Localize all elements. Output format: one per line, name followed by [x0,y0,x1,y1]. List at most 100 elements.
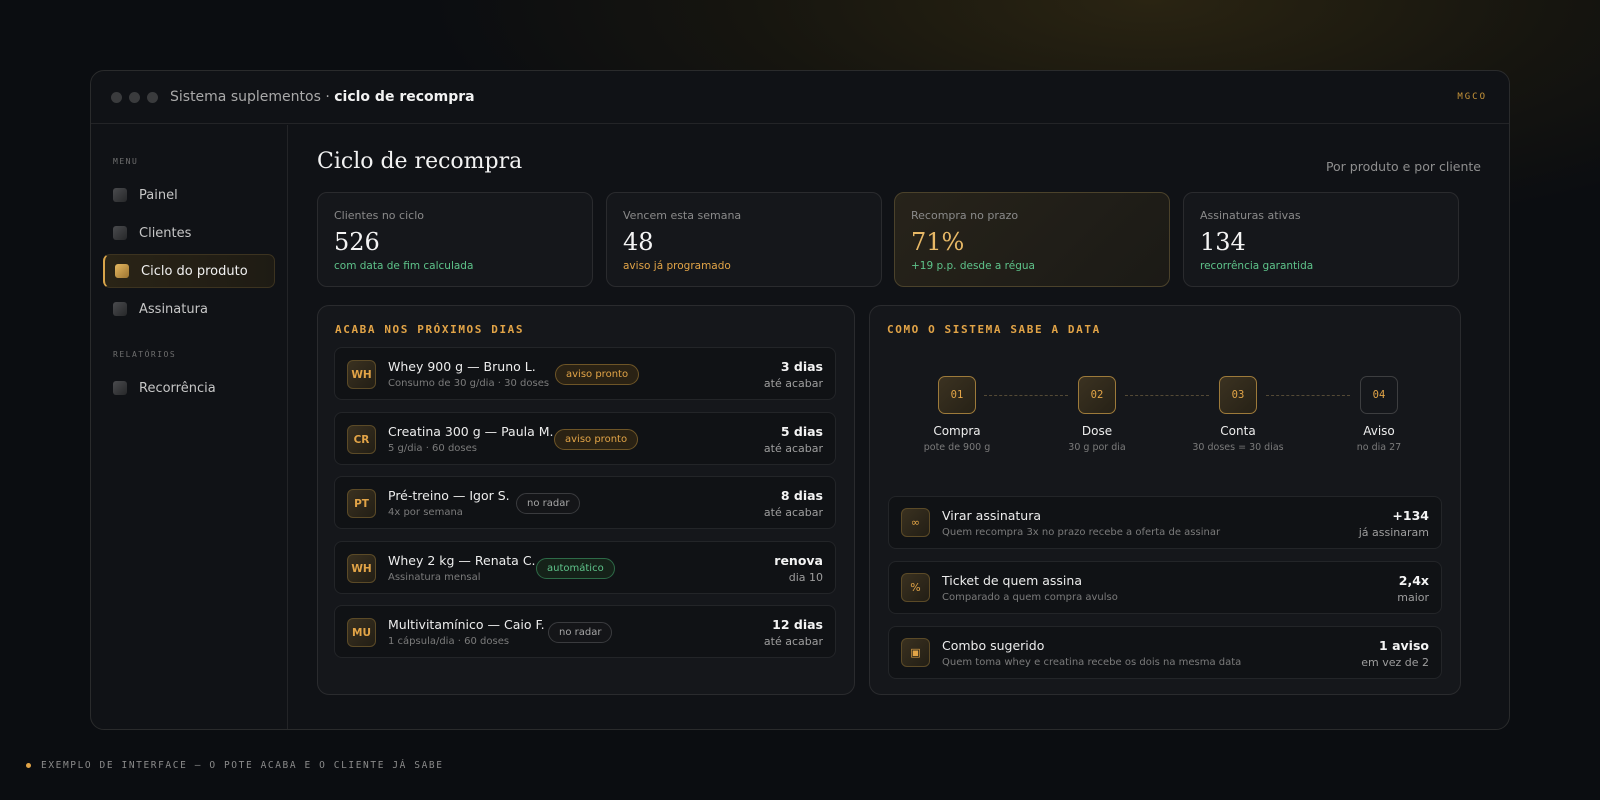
assinatura-icon [113,302,127,316]
sidebar-section-reports: RELATÓRIOS [113,350,177,359]
step-sub: 30 g por dia [1068,442,1126,453]
step-connector [1266,395,1350,396]
item-title: Whey 900 g — Bruno L. [388,359,536,374]
status-badge: no radar [548,622,613,643]
how-panel: COMO O SISTEMA SABE A DATA 01 Compra pot… [869,305,1461,695]
item-value: 8 dias [780,488,823,503]
step-01: 01 [938,376,976,414]
feature-row-ticket[interactable]: % Ticket de quem assina Comparado a quem… [888,561,1442,614]
item-value-sub: até acabar [763,442,823,455]
kpi-value: 48 [623,228,654,256]
infinity-icon: ∞ [901,508,930,537]
feature-title: Virar assinatura [942,508,1042,523]
brand-mark: MGCO [1457,92,1487,102]
recorrencia-icon [113,381,127,395]
sidebar-item-recorrencia[interactable]: Recorrência [103,371,275,405]
kpi-label: Clientes no ciclo [334,209,424,222]
kpi-label: Vencem esta semana [623,209,742,222]
sidebar-item-label: Assinatura [139,301,208,317]
product-initials-icon: WH [347,554,376,583]
item-title: Whey 2 kg — Renata C. [388,553,536,568]
feature-row-combo[interactable]: ▣ Combo sugerido Quem toma whey e creati… [888,626,1442,679]
kpi-card-recompra: Recompra no prazo 71% +19 p.p. desde a r… [894,192,1170,287]
list-item[interactable]: WH Whey 2 kg — Renata C. Assinatura mens… [334,541,836,594]
status-badge: aviso pronto [554,429,639,450]
kpi-card-assinaturas: Assinaturas ativas 134 recorrência garan… [1183,192,1459,287]
step-sub: no dia 27 [1356,442,1402,453]
feature-value-sub: maior [1397,591,1429,604]
list-item[interactable]: WH Whey 900 g — Bruno L. Consumo de 30 g… [334,347,836,400]
close-dot-icon[interactable] [111,91,122,103]
box-icon: ▣ [901,638,930,667]
sidebar-item-clientes[interactable]: Clientes [103,216,275,250]
feature-value: 2,4x [1398,573,1429,588]
item-title: Creatina 300 g — Paula M. [388,424,554,439]
sidebar-item-ciclo-do-produto[interactable]: Ciclo do produto [103,254,275,288]
item-title: Multivitamínico — Caio F. [388,617,545,632]
kpi-note: aviso já programado [623,260,731,272]
upcoming-panel: ACABA NOS PRÓXIMOS DIAS WH Whey 900 g — … [317,305,855,695]
item-value: 3 dias [780,359,823,374]
minimize-dot-icon[interactable] [129,91,140,103]
feature-title: Ticket de quem assina [942,573,1082,588]
sidebar-item-label: Clientes [139,225,192,241]
sidebar-item-label: Recorrência [139,380,216,396]
bullet-dot-icon [26,763,31,768]
step-sub: 30 doses = 30 dias [1192,442,1284,453]
sidebar: MENU Painel Clientes Ciclo do produto As… [91,125,288,729]
feature-row-assinatura[interactable]: ∞ Virar assinatura Quem recompra 3x no p… [888,496,1442,549]
item-value-sub: até acabar [763,635,823,648]
window-controls [111,91,158,103]
step-02: 02 [1078,376,1116,414]
sidebar-section-menu: MENU [113,157,139,166]
step-connector [984,395,1068,396]
product-initials-icon: PT [347,489,376,518]
kpi-value: 71% [911,228,965,256]
kpi-label: Assinaturas ativas [1200,209,1301,222]
item-value: renova [774,553,823,568]
footer-caption-text: EXEMPLO DE INTERFACE — O POTE ACABA E O … [41,760,444,771]
item-value: 12 dias [772,617,823,632]
item-subtitle: Assinatura mensal [388,572,481,583]
status-badge: automático [536,558,615,579]
feature-subtitle: Quem recompra 3x no prazo recebe a ofert… [942,527,1221,538]
list-item[interactable]: PT Pré-treino — Igor S. 4x por semana no… [334,476,836,529]
kpi-card-vencem: Vencem esta semana 48 aviso já programad… [606,192,882,287]
product-initials-icon: MU [347,618,376,647]
list-item[interactable]: CR Creatina 300 g — Paula M. 5 g/dia · 6… [334,412,836,465]
item-subtitle: 5 g/dia · 60 doses [388,443,477,454]
item-title: Pré-treino — Igor S. [388,488,510,503]
product-initials-icon: CR [347,425,376,454]
kpi-value: 134 [1200,228,1246,256]
page-title: Ciclo de recompra [317,149,523,174]
item-subtitle: 4x por semana [388,507,463,518]
feature-value: 1 aviso [1379,638,1429,653]
item-subtitle: Consumo de 30 g/dia · 30 doses [388,378,550,389]
item-subtitle: 1 cápsula/dia · 60 doses [388,636,510,647]
maximize-dot-icon[interactable] [147,91,158,103]
status-badge: aviso pronto [555,364,640,385]
step-04: 04 [1360,376,1398,414]
status-badge: no radar [516,493,581,514]
list-item[interactable]: MU Multivitamínico — Caio F. 1 cápsula/d… [334,605,836,658]
percent-icon: % [901,573,930,602]
clientes-icon [113,226,127,240]
page-subtitle: Por produto e por cliente [1325,159,1481,174]
window-title: Sistema suplementos · ciclo de recompra [170,89,475,105]
window-title-bold: ciclo de recompra [334,89,475,105]
item-value-sub: até acabar [763,506,823,519]
step-label: Conta [1220,424,1256,438]
sidebar-item-painel[interactable]: Painel [103,178,275,212]
sidebar-item-assinatura[interactable]: Assinatura [103,292,275,326]
step-label: Compra [933,424,981,438]
feature-value: +134 [1392,508,1429,523]
step-label: Aviso [1363,424,1395,438]
footer-caption: EXEMPLO DE INTERFACE — O POTE ACABA E O … [26,760,444,771]
item-value-sub: dia 10 [788,571,823,584]
item-value: 5 dias [780,424,823,439]
main-content: Ciclo de recompra Por produto e por clie… [289,125,1509,729]
kpi-value: 526 [334,228,380,256]
step-03: 03 [1219,376,1257,414]
kpi-note: recorrência garantida [1200,260,1314,272]
step-label: Dose [1081,424,1113,438]
